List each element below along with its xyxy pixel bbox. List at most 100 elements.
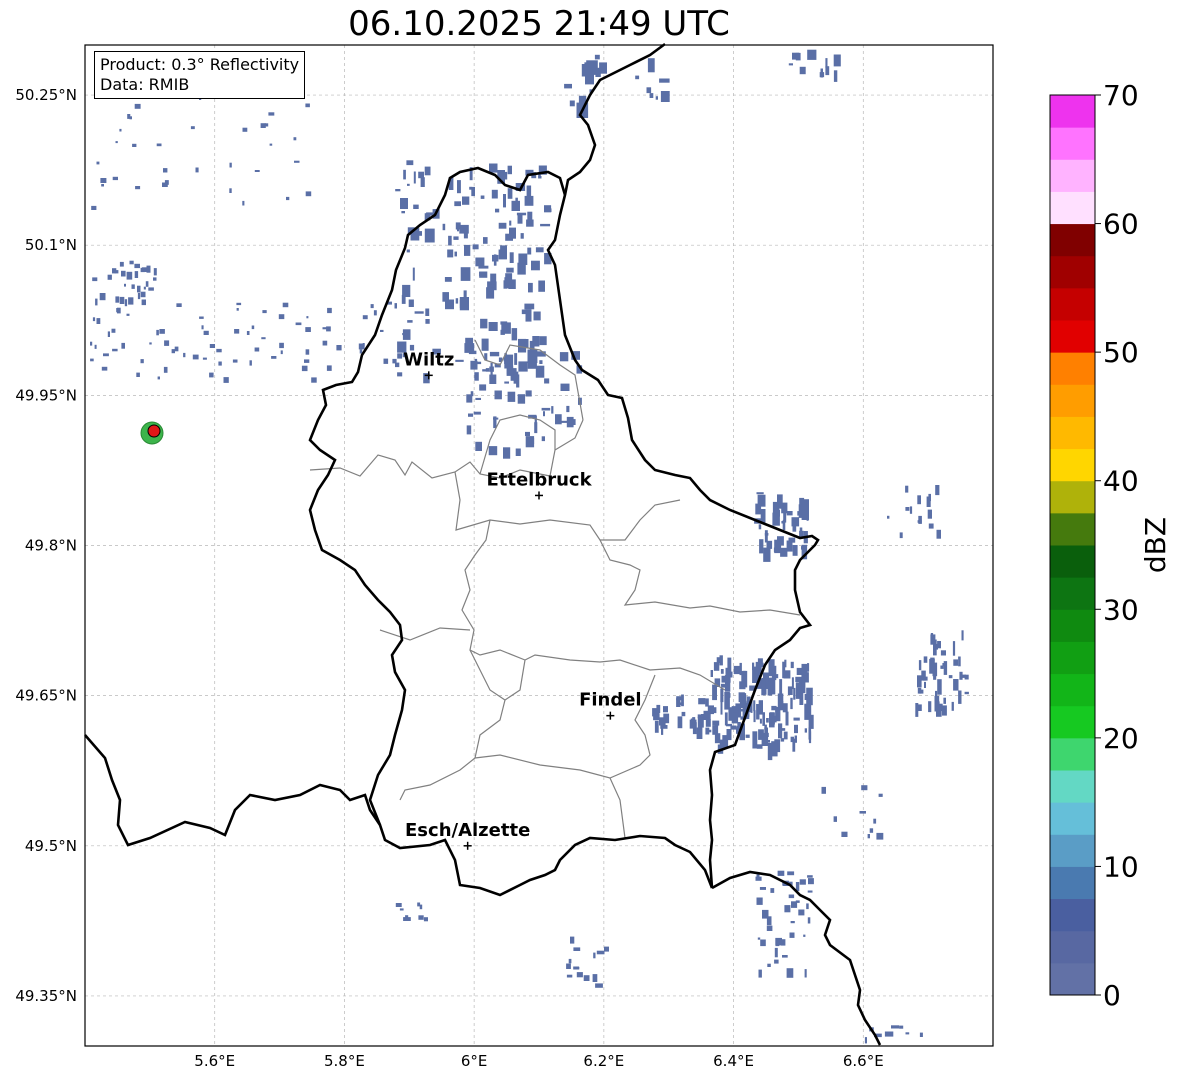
echo-cell (171, 349, 175, 354)
echo-cell (216, 348, 222, 353)
echo-cell (793, 717, 800, 721)
colorbar-tick-label: 40 (1103, 465, 1139, 498)
echo-cell (596, 950, 605, 955)
echo-cell (767, 963, 771, 967)
city-label: Wiltz (403, 349, 454, 370)
echo-cell (418, 171, 424, 179)
echo-cell (119, 296, 125, 304)
echo-cell (790, 697, 793, 710)
echo-cell (480, 195, 485, 199)
echo-cell (537, 314, 541, 318)
echo-cell (677, 716, 683, 729)
echo-cell (807, 663, 810, 672)
echo-cell (753, 710, 756, 723)
echo-cell (781, 502, 788, 514)
echo-cell (592, 974, 598, 982)
echo-cell (506, 369, 509, 374)
echo-cell (489, 351, 500, 357)
echo-cell (418, 915, 424, 920)
echo-cell (792, 545, 798, 556)
echo-cell (777, 870, 785, 876)
echo-cell (517, 262, 526, 275)
echo-cell (380, 329, 384, 332)
echo-cell (905, 1032, 910, 1035)
echo-cell (143, 286, 146, 290)
echo-cell (869, 828, 874, 833)
echo-cell (153, 268, 157, 276)
city-markers: Wiltz Ettelbruck Findel Esch/Alzette (403, 349, 642, 850)
echo-cell (696, 727, 703, 739)
echo-cell (251, 325, 255, 330)
echo-cell (873, 818, 877, 824)
echo-cell (464, 343, 475, 353)
echo-cell (156, 143, 162, 147)
echo-cell (807, 49, 817, 60)
echo-cell (807, 917, 811, 924)
colorbar-swatch (1050, 320, 1095, 353)
echo-cell (413, 204, 419, 209)
gridlines (85, 45, 993, 1046)
echo-cell (635, 75, 640, 80)
echo-cell (90, 358, 94, 362)
echo-cell (819, 72, 825, 78)
data-source-label: Data: RMIB (100, 75, 190, 94)
echo-cell (923, 656, 928, 663)
echo-cell (455, 298, 459, 304)
echo-cell (943, 697, 946, 704)
echo-cell (483, 237, 488, 244)
echo-cell (783, 731, 788, 740)
echo-cell (126, 271, 133, 280)
echo-cell (517, 394, 526, 404)
echo-cell (808, 727, 812, 740)
lon-tick-label: 6°E (461, 1052, 488, 1070)
echo-cell (481, 338, 489, 351)
echo-cell (794, 724, 798, 734)
echo-cell (445, 299, 454, 310)
echo-cell (756, 874, 760, 879)
echo-cell (486, 287, 495, 299)
echo-cell (756, 897, 763, 905)
echo-cell (305, 191, 312, 197)
echo-cell (541, 436, 545, 442)
echo-cell (952, 641, 956, 656)
echo-cell (867, 834, 870, 839)
echo-cell (789, 932, 795, 938)
echo-cell (775, 674, 779, 679)
echo-cell (779, 679, 783, 694)
echo-cell (119, 128, 122, 132)
echo-cell (236, 302, 242, 306)
echo-cell (919, 689, 924, 694)
echo-cell (787, 686, 793, 695)
echo-cell (282, 302, 289, 308)
echo-cell (594, 54, 600, 60)
echo-cell (96, 318, 101, 324)
colorbar-swatch (1050, 641, 1095, 675)
echo-cell (460, 267, 471, 281)
colorbar-swatch (1050, 255, 1095, 289)
echo-cell (454, 201, 461, 207)
echo-cell (774, 959, 779, 964)
echo-cell (162, 182, 168, 187)
echo-cell (107, 331, 110, 337)
echo-cell (559, 352, 569, 362)
echo-cell (521, 309, 529, 315)
echo-cell (861, 785, 868, 791)
echo-cell (573, 967, 580, 970)
echo-cell (286, 196, 290, 201)
echo-cell (468, 413, 474, 417)
echo-cell (771, 741, 778, 757)
echo-cell (459, 297, 469, 311)
echo-cell (964, 674, 969, 680)
colorbar-swatch (1050, 448, 1095, 482)
echo-cell (407, 320, 413, 323)
echo-cell (663, 706, 668, 713)
echo-cell (403, 169, 406, 180)
echo-cell (649, 93, 654, 98)
echo-cell (918, 660, 922, 671)
echo-cell (795, 52, 801, 61)
echo-cell (730, 725, 737, 730)
echo-cell (304, 359, 310, 363)
echo-cell (488, 322, 498, 331)
echo-cell (112, 268, 117, 274)
echo-cell (572, 419, 576, 425)
